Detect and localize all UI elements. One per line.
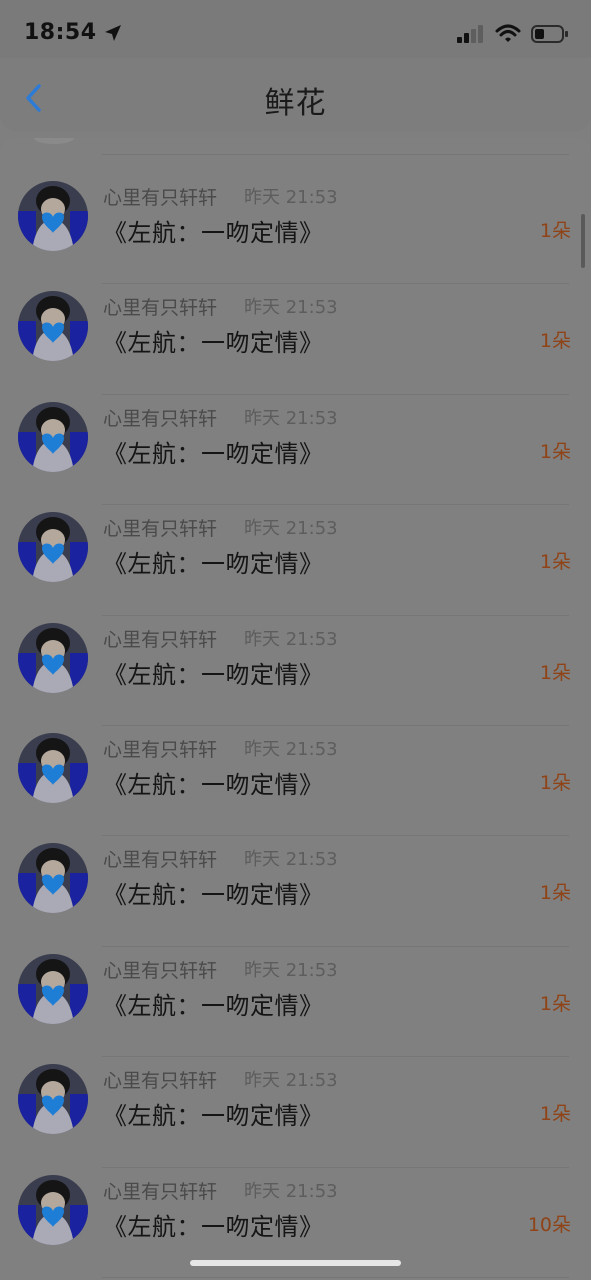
avatar[interactable] [18, 1174, 88, 1245]
list-item[interactable]: 心里有只轩轩 昨天 21:53 《左航：一吻定情》 1朵 [0, 505, 591, 616]
list-rows: 心里有只轩轩 昨天 21:53 《左航：一吻定情》 1朵 心里有只轩轩 昨天 2… [0, 174, 591, 1278]
list-item[interactable]: 心里有只轩轩 昨天 21:53 《左航：一吻定情》 1朵 [0, 395, 591, 506]
avatar[interactable] [18, 732, 88, 803]
sent-time: 昨天 21:53 [244, 297, 338, 319]
status-time-text: 18:54 [24, 20, 97, 45]
work-title: 《左航：一吻定情》 [103, 219, 324, 247]
divider [102, 1276, 569, 1278]
status-time: 18:54 [24, 20, 123, 45]
work-title: 《左航：一吻定情》 [103, 329, 324, 358]
flower-count: 1朵 [539, 882, 571, 905]
avatar-image [18, 953, 88, 1024]
home-indicator[interactable] [190, 1260, 401, 1266]
nav-bar: 鲜花 [0, 58, 591, 132]
avatar-image [18, 622, 88, 693]
work-title: 《左航：一吻定情》 [103, 1212, 324, 1241]
sender-name: 心里有只轩轩 [103, 187, 218, 209]
list-item[interactable]: 心里有只轩轩 昨天 21:53 《左航：一吻定情》 1朵 [0, 616, 591, 726]
avatar-image [18, 843, 88, 914]
flower-count: 1朵 [539, 330, 571, 353]
flower-count: 1朵 [539, 220, 571, 242]
work-title: 《左航：一吻定情》 [103, 660, 324, 689]
flower-count: 10朵 [527, 1213, 571, 1236]
avatar[interactable] [18, 953, 88, 1024]
list-item[interactable]: 心里有只轩轩 昨天 21:53 《左航：一吻定情》 1朵 [0, 836, 591, 947]
sent-time: 昨天 21:53 [244, 628, 338, 650]
sent-time: 昨天 21:53 [244, 1070, 338, 1092]
avatar[interactable] [18, 401, 88, 472]
sent-time: 昨天 21:53 [244, 518, 338, 540]
location-arrow-icon [104, 24, 121, 41]
sent-time: 昨天 21:53 [244, 187, 338, 208]
list-item[interactable]: 心里有只轩轩 昨天 21:53 《左航：一吻定情》 1朵 [0, 284, 591, 395]
avatar-image [18, 732, 88, 803]
sender-name: 心里有只轩轩 [103, 738, 218, 761]
avatar-image [18, 1064, 88, 1135]
sent-time: 昨天 21:53 [244, 1180, 338, 1202]
list-item[interactable]: 心里有只轩轩 昨天 21:53 《左航：一吻定情》 1朵 [0, 947, 591, 1058]
avatar-image [18, 512, 88, 583]
sent-time: 昨天 21:53 [244, 959, 338, 981]
avatar-image [18, 181, 88, 251]
avatar[interactable] [18, 843, 88, 914]
divider [102, 154, 569, 155]
partial-avatar [34, 138, 74, 144]
flower-count: 1朵 [539, 992, 571, 1015]
avatar[interactable] [18, 291, 88, 362]
status-bar: 18:54 [0, 0, 591, 58]
sender-name: 心里有只轩轩 [103, 849, 218, 872]
battery-icon [531, 25, 568, 43]
work-title: 《左航：一吻定情》 [103, 439, 324, 468]
work-title: 《左航：一吻定情》 [103, 991, 324, 1020]
sent-time: 昨天 21:53 [244, 738, 338, 760]
avatar[interactable] [18, 512, 88, 583]
flower-count: 1朵 [539, 661, 571, 684]
cellular-signal-icon [457, 25, 483, 43]
list-item[interactable]: 心里有只轩轩 昨天 21:53 《左航：一吻定情》 1朵 [0, 1057, 591, 1168]
sender-name: 心里有只轩轩 [103, 628, 218, 651]
avatar-image [18, 291, 88, 362]
sent-time: 昨天 21:53 [244, 407, 338, 429]
work-title: 《左航：一吻定情》 [103, 1102, 324, 1131]
flower-list[interactable]: 心里有只轩轩 昨天 21:53 《左航：一吻定情》 1朵 心里有只轩轩 昨天 2… [0, 138, 591, 1280]
list-item[interactable]: 心里有只轩轩 昨天 21:53 《左航：一吻定情》 1朵 [0, 174, 591, 285]
status-icons [457, 24, 569, 44]
page-title: 鲜花 [264, 86, 327, 121]
sent-time: 昨天 21:53 [244, 849, 338, 871]
flower-count: 1朵 [539, 771, 571, 794]
avatar[interactable] [18, 1064, 88, 1135]
avatar-image [18, 401, 88, 472]
work-title: 《左航：一吻定情》 [103, 550, 324, 579]
sender-name: 心里有只轩轩 [103, 407, 218, 430]
flower-count: 1朵 [539, 1103, 571, 1126]
avatar-image [18, 1174, 88, 1245]
avatar[interactable] [18, 622, 88, 693]
flower-count: 1朵 [539, 440, 571, 463]
work-title: 《左航：一吻定情》 [103, 770, 324, 799]
sender-name: 心里有只轩轩 [103, 959, 218, 982]
list-item[interactable]: 心里有只轩轩 昨天 21:53 《左航：一吻定情》 1朵 [0, 726, 591, 837]
sender-name: 心里有只轩轩 [103, 518, 218, 541]
sender-name: 心里有只轩轩 [103, 1070, 218, 1093]
flower-count: 1朵 [539, 551, 571, 574]
sender-name: 心里有只轩轩 [103, 1180, 218, 1203]
avatar[interactable] [18, 181, 88, 251]
wifi-icon [495, 24, 521, 42]
sender-name: 心里有只轩轩 [103, 297, 218, 320]
work-title: 《左航：一吻定情》 [103, 881, 324, 910]
